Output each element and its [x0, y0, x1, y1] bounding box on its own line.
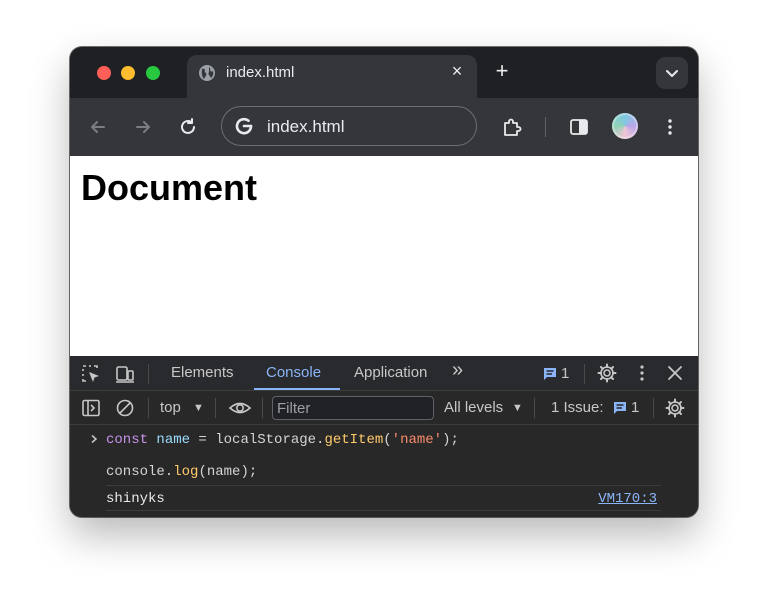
console-log-row: shinyks VM170:3 — [106, 485, 661, 511]
code-paren-open: ( — [383, 432, 392, 448]
console-output: const name = localStorage.getItem('name'… — [70, 425, 698, 517]
reload-icon[interactable] — [177, 116, 199, 138]
address-text[interactable]: index.html — [267, 117, 344, 137]
devtools-divider — [534, 398, 535, 418]
device-toolbar-icon[interactable] — [115, 364, 135, 384]
tab-strip: index.html × + — [70, 47, 698, 98]
code-string: 'name' — [391, 432, 443, 448]
eye-icon[interactable] — [228, 398, 252, 418]
console-input-line: const name = localStorage.getItem('name'… — [106, 432, 459, 448]
side-panel-icon[interactable] — [568, 116, 590, 138]
tab-application[interactable]: Application — [354, 364, 427, 382]
console-input-line: console.log(name); — [106, 464, 257, 480]
toolbar-divider — [545, 117, 546, 137]
devtools-divider — [584, 364, 585, 384]
chevron-down-icon — [666, 70, 678, 77]
code-function: getItem — [324, 432, 384, 448]
globe-icon — [199, 65, 215, 81]
devtools-panel: Elements Console Application » 1 top ▼ F… — [70, 356, 698, 517]
address-bar[interactable]: index.html — [221, 106, 477, 146]
tab-console[interactable]: Console — [266, 364, 321, 382]
devtools-divider — [148, 398, 149, 418]
devtools-divider — [262, 398, 263, 418]
close-window-button[interactable] — [97, 66, 111, 80]
console-settings-gear-icon[interactable] — [665, 398, 685, 418]
page-heading: Document — [81, 167, 258, 208]
issues-count[interactable]: 1 — [631, 399, 639, 417]
chevron-right-icon[interactable] — [89, 434, 99, 444]
message-count[interactable]: 1 — [561, 365, 569, 383]
code-operator: = localStorage. — [190, 432, 325, 448]
code-keyword: const — [106, 432, 149, 448]
code-args: (name); — [198, 464, 258, 480]
code-paren-close: ); — [442, 432, 459, 448]
active-tab-indicator — [254, 388, 340, 390]
issue-message-icon[interactable] — [612, 400, 628, 416]
devtools-divider — [215, 398, 216, 418]
log-value: shinyks — [106, 491, 165, 507]
back-arrow-icon[interactable] — [87, 116, 109, 138]
puzzle-icon[interactable] — [501, 116, 523, 138]
tab-close-icon[interactable]: × — [449, 62, 465, 80]
levels-dropdown-icon[interactable]: ▼ — [512, 402, 523, 414]
filter-input[interactable] — [277, 399, 427, 417]
inspect-element-icon[interactable] — [81, 364, 101, 384]
context-dropdown-icon[interactable]: ▼ — [193, 402, 204, 414]
issues-label[interactable]: 1 Issue: — [551, 399, 604, 417]
minimize-window-button[interactable] — [121, 66, 135, 80]
code-function: log — [173, 464, 199, 480]
sidebar-toggle-icon[interactable] — [81, 398, 101, 418]
forward-arrow-icon[interactable] — [132, 116, 154, 138]
profile-avatar[interactable] — [612, 113, 638, 139]
browser-window: index.html × + index.html Document Eleme… — [70, 47, 698, 517]
google-g-icon — [235, 117, 253, 135]
devtools-divider — [148, 364, 149, 384]
log-levels-dropdown[interactable]: All levels — [444, 399, 503, 417]
tab-search-button[interactable] — [656, 57, 688, 89]
browser-toolbar: index.html — [70, 98, 698, 156]
tab-elements[interactable]: Elements — [171, 364, 234, 382]
kebab-menu-icon[interactable] — [659, 116, 681, 138]
context-selector[interactable]: top — [160, 399, 181, 417]
kebab-menu-icon[interactable] — [632, 363, 652, 383]
devtools-tab-bar: Elements Console Application » 1 — [70, 356, 698, 391]
console-toolbar: top ▼ All levels ▼ 1 Issue: 1 — [70, 391, 698, 425]
settings-gear-icon[interactable] — [597, 363, 617, 383]
more-tabs-icon[interactable]: » — [452, 360, 463, 380]
close-devtools-icon[interactable] — [665, 363, 685, 383]
console-filter[interactable] — [272, 396, 434, 420]
page-viewport: Document — [70, 156, 698, 356]
log-source-link[interactable]: VM170:3 — [598, 491, 657, 507]
code-variable: name — [156, 432, 191, 448]
code-object: console. — [106, 464, 174, 480]
tab-title: index.html — [226, 64, 295, 81]
message-icon[interactable] — [542, 366, 558, 382]
clear-console-icon[interactable] — [115, 398, 135, 418]
new-tab-button[interactable]: + — [492, 60, 512, 82]
maximize-window-button[interactable] — [146, 66, 160, 80]
devtools-divider — [653, 398, 654, 418]
browser-tab[interactable]: index.html × — [187, 55, 477, 98]
